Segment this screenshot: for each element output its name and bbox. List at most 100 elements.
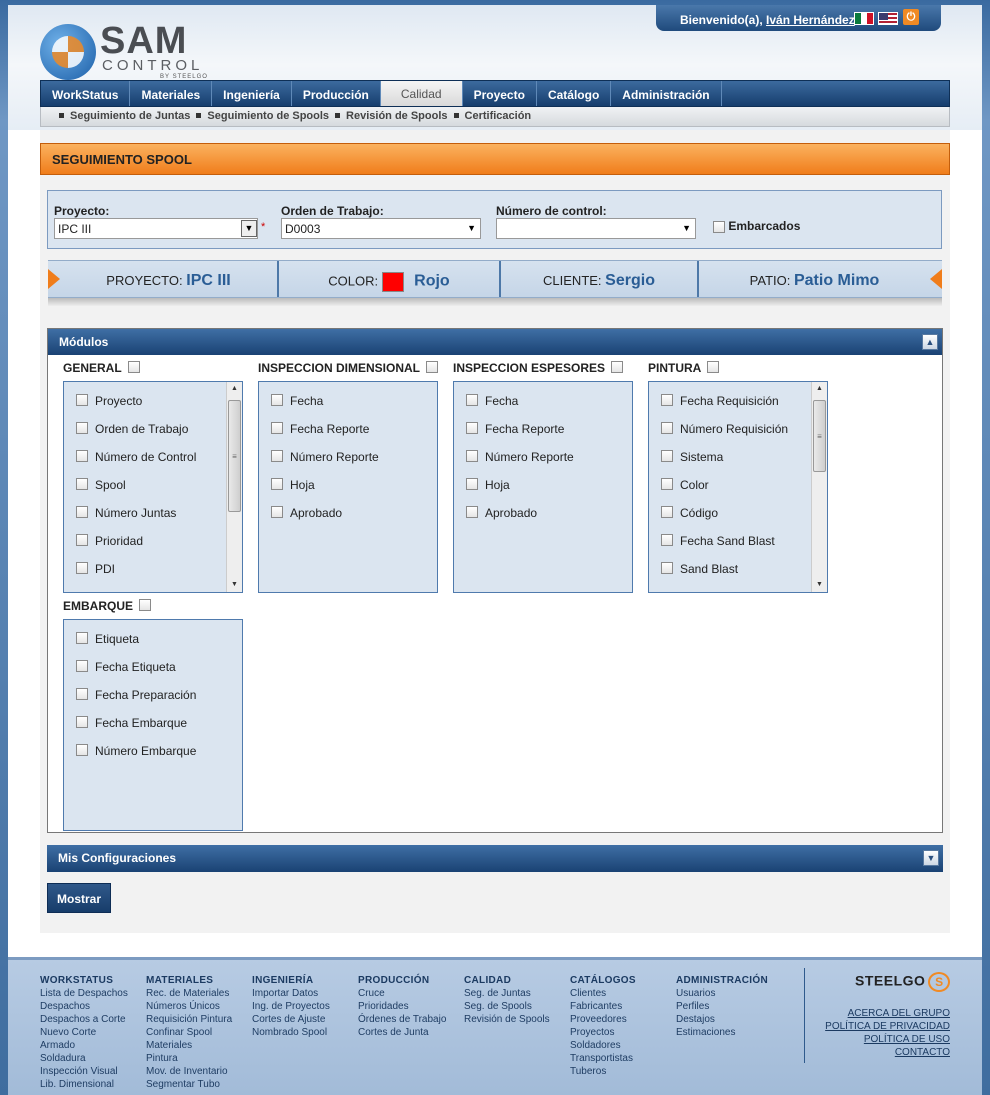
footer-link[interactable]: Cruce: [358, 987, 446, 1000]
module-option[interactable]: Sistema: [649, 438, 827, 466]
module-option[interactable]: Hoja: [454, 466, 632, 494]
footer-link[interactable]: Números Únicos: [146, 1000, 232, 1013]
option-checkbox[interactable]: [466, 506, 478, 519]
scrollbar[interactable]: ▲ ≡ ▼: [226, 382, 242, 592]
footer-column-title[interactable]: CATÁLOGOS: [570, 974, 636, 987]
module-option[interactable]: Sand Blast: [649, 550, 827, 578]
option-checkbox[interactable]: [466, 450, 478, 463]
option-checkbox[interactable]: [271, 422, 283, 435]
footer-link[interactable]: Tuberos: [570, 1065, 636, 1078]
option-checkbox[interactable]: [76, 394, 88, 407]
option-checkbox[interactable]: [466, 478, 478, 491]
option-checkbox[interactable]: [661, 562, 673, 575]
module-option[interactable]: Hoja: [259, 466, 437, 494]
module-option[interactable]: Fecha: [259, 382, 437, 410]
module-option[interactable]: Prioridad: [64, 522, 242, 550]
nav-tab-ingenieria[interactable]: Ingeniería: [212, 81, 292, 106]
option-checkbox[interactable]: [271, 506, 283, 519]
nav-tab-catalogo[interactable]: Catálogo: [537, 81, 612, 106]
chevron-down-icon[interactable]: ▼: [467, 223, 476, 233]
footer-link[interactable]: Revisión de Spools: [464, 1013, 550, 1026]
footer-column-title[interactable]: WORKSTATUS: [40, 974, 128, 987]
footer-column-title[interactable]: MATERIALES: [146, 974, 232, 987]
module-option[interactable]: Color: [649, 466, 827, 494]
footer-link[interactable]: Seg. de Spools: [464, 1000, 550, 1013]
module-option[interactable]: Etiqueta: [64, 620, 242, 648]
select-all-checkbox[interactable]: [139, 599, 152, 612]
usa-flag-icon[interactable]: [878, 12, 898, 25]
module-option[interactable]: PDI: [64, 550, 242, 578]
option-checkbox[interactable]: [76, 534, 88, 547]
module-option[interactable]: Fecha Embarque: [64, 704, 242, 732]
footer-link[interactable]: Despachos a Corte: [40, 1013, 128, 1026]
footer-link[interactable]: Nombrado Spool: [252, 1026, 330, 1039]
option-checkbox[interactable]: [661, 534, 673, 547]
module-option[interactable]: Número Embarque: [64, 732, 242, 760]
footer-column-title[interactable]: ADMINISTRACIÓN: [676, 974, 768, 987]
footer-link[interactable]: Mov. de Inventario: [146, 1065, 232, 1078]
module-option[interactable]: Fecha Preparación: [64, 676, 242, 704]
footer-link[interactable]: Requisición Pintura: [146, 1013, 232, 1026]
footer-link[interactable]: Proyectos: [570, 1026, 636, 1039]
module-option[interactable]: Fecha Reporte: [454, 410, 632, 438]
nav-tab-workstatus[interactable]: WorkStatus: [41, 81, 131, 106]
footer-link[interactable]: Importar Datos: [252, 987, 330, 1000]
footer-link[interactable]: Órdenes de Trabajo: [358, 1013, 446, 1026]
scroll-up-icon[interactable]: ▲: [227, 382, 242, 396]
option-checkbox[interactable]: [661, 506, 673, 519]
module-option[interactable]: Spool: [64, 466, 242, 494]
embarcados-checkbox[interactable]: [713, 220, 725, 233]
option-checkbox[interactable]: [661, 450, 673, 463]
logout-power-icon[interactable]: ⏻: [903, 9, 919, 25]
module-option[interactable]: Número Juntas: [64, 494, 242, 522]
orden-select[interactable]: D0003 ▼: [281, 218, 481, 239]
footer-legal-link-politica-de-privacidad[interactable]: POLÍTICA DE PRIVACIDAD: [825, 1020, 950, 1033]
modules-header[interactable]: Módulos ▲: [48, 329, 942, 355]
module-option[interactable]: Proyecto: [64, 382, 242, 410]
footer-column-title[interactable]: CALIDAD: [464, 974, 550, 987]
module-option[interactable]: Orden de Trabajo: [64, 410, 242, 438]
chevron-down-icon[interactable]: ▼: [241, 220, 257, 237]
footer-link[interactable]: Despachos: [40, 1000, 128, 1013]
option-checkbox[interactable]: [76, 744, 88, 757]
scroll-down-icon[interactable]: ▼: [227, 578, 242, 592]
nav-tab-produccion[interactable]: Producción: [292, 81, 381, 106]
footer-link[interactable]: Prioridades: [358, 1000, 446, 1013]
module-option[interactable]: Fecha Etiqueta: [64, 648, 242, 676]
collapse-up-icon[interactable]: ▲: [922, 334, 938, 350]
option-checkbox[interactable]: [661, 394, 673, 407]
subnav-link-revision-de-spools[interactable]: Revisión de Spools: [346, 110, 447, 122]
option-checkbox[interactable]: [466, 422, 478, 435]
option-checkbox[interactable]: [76, 632, 88, 645]
embarcados-option[interactable]: Embarcados: [713, 219, 800, 233]
option-checkbox[interactable]: [76, 716, 88, 729]
option-checkbox[interactable]: [661, 422, 673, 435]
scroll-down-icon[interactable]: ▼: [812, 578, 827, 592]
footer-link[interactable]: Pintura: [146, 1052, 232, 1065]
option-checkbox[interactable]: [271, 450, 283, 463]
module-option[interactable]: Número Reporte: [259, 438, 437, 466]
user-name-link[interactable]: Iván Hernández: [766, 13, 855, 27]
footer-link[interactable]: Transportistas: [570, 1052, 636, 1065]
option-checkbox[interactable]: [271, 394, 283, 407]
configurations-header[interactable]: Mis Configuraciones ▼: [47, 845, 943, 872]
footer-link[interactable]: Soldadura: [40, 1052, 128, 1065]
proyecto-select[interactable]: IPC III ▼: [54, 218, 258, 239]
option-checkbox[interactable]: [76, 562, 88, 575]
option-checkbox[interactable]: [466, 394, 478, 407]
scroll-thumb[interactable]: ≡: [228, 400, 241, 512]
module-option[interactable]: Número Reporte: [454, 438, 632, 466]
nav-tab-calidad[interactable]: Calidad: [380, 81, 463, 106]
subnav-link-seguimiento-de-juntas[interactable]: Seguimiento de Juntas: [70, 110, 190, 122]
module-option[interactable]: Fecha Sand Blast: [649, 522, 827, 550]
option-checkbox[interactable]: [76, 688, 88, 701]
scroll-thumb[interactable]: ≡: [813, 400, 826, 472]
module-option[interactable]: Fecha Reporte: [259, 410, 437, 438]
footer-link[interactable]: Cortes de Ajuste: [252, 1013, 330, 1026]
steelgo-logo[interactable]: STEELGO S: [855, 972, 951, 992]
footer-link[interactable]: Usuarios: [676, 987, 768, 1000]
module-option[interactable]: Aprobado: [454, 494, 632, 522]
nav-tab-materiales[interactable]: Materiales: [130, 81, 213, 106]
module-option[interactable]: Fecha: [454, 382, 632, 410]
select-all-checkbox[interactable]: [707, 361, 720, 374]
